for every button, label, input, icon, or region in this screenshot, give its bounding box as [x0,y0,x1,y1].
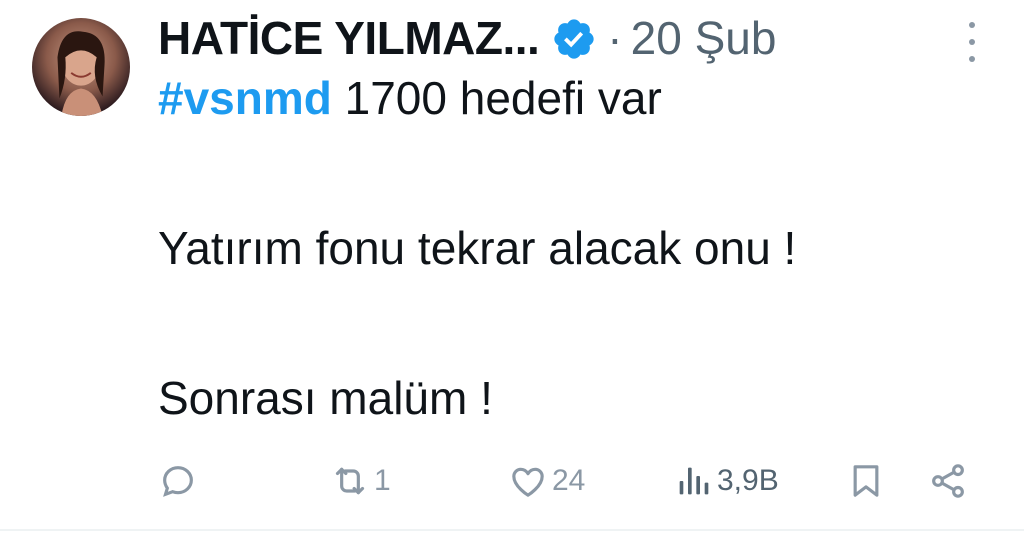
bookmark-button[interactable] [846,458,886,504]
tweet-text-line-1: #vsnmd 1700 hedefi var [158,68,662,128]
more-icon[interactable] [960,22,984,62]
tweet-text-line-3: Sonrası malüm ! [158,372,493,424]
share-button[interactable] [928,458,968,504]
reply-icon [163,466,193,497]
header-separator: · [607,12,623,64]
like-count: 24 [552,464,586,497]
views-count: 3,9B [717,464,779,497]
tweet-date[interactable]: 20 Şub [631,11,777,65]
retweet-count: 1 [374,464,391,497]
like-icon [512,467,544,497]
tweet-divider [0,529,1024,531]
like-button[interactable]: 24 [508,458,585,504]
bookmark-icon [853,465,879,497]
reply-button[interactable] [158,458,202,504]
retweet-icon [335,467,365,495]
avatar-photo [57,31,105,116]
tweet-text: 1700 hedefi var [331,72,662,124]
tweet-header: HATİCE YILMAZ... · 20 Şub [158,8,776,68]
hashtag-link[interactable]: #vsnmd [158,72,332,124]
views-button[interactable]: 3,9B [673,458,779,504]
share-icon [932,464,964,498]
author-name[interactable]: HATİCE YILMAZ... [158,11,540,65]
verified-badge-icon [554,19,594,59]
avatar[interactable] [32,18,130,116]
views-icon [679,467,709,495]
tweet-text-line-2: Yatırım fonu tekrar alacak onu ! [158,222,797,274]
retweet-button[interactable]: 1 [330,458,391,504]
action-bar: 1 24 3,9B [158,458,988,504]
